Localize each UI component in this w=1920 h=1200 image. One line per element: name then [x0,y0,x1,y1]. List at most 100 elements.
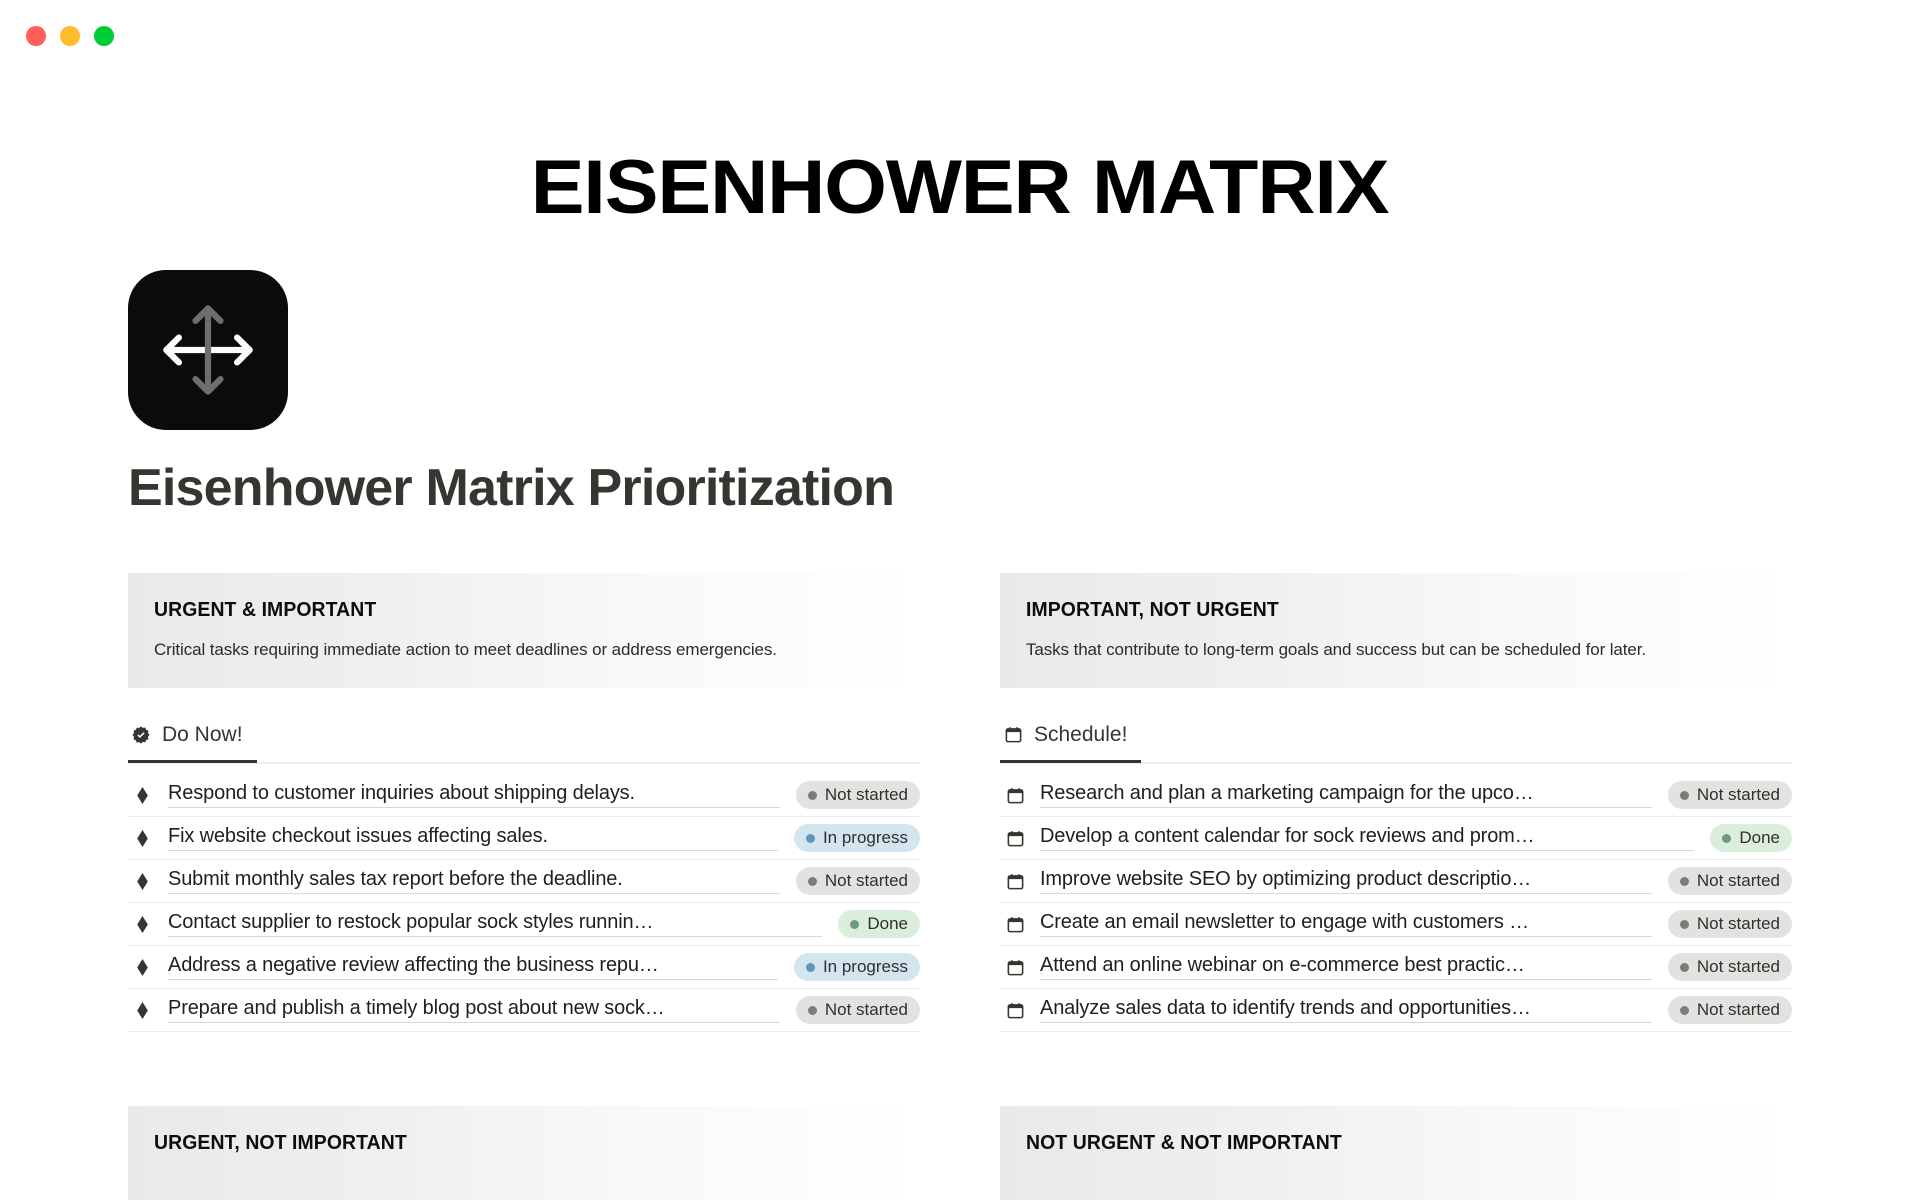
tab-label: Do Now! [162,722,243,746]
table-row[interactable]: Analyze sales data to identify trends an… [1000,989,1792,1033]
status-badge[interactable]: Done [838,910,920,939]
quadrant-header: IMPORTANT, NOT URGENT Tasks that contrib… [1000,573,1792,689]
grid-row-spacer [128,1032,920,1106]
move-arrows-icon [156,298,260,402]
status-badge[interactable]: In progress [793,953,920,982]
status-label: In progress [822,828,908,848]
quadrant-title: URGENT, NOT IMPORTANT [154,1132,407,1155]
eisenhower-matrix-grid: URGENT & IMPORTANT Critical tasks requir… [128,573,1792,1200]
quadrant-not-urgent-not-important: NOT URGENT & NOT IMPORTANT [1000,1106,1792,1200]
diamond-icon [128,1001,168,1019]
status-label: Not started [824,871,908,891]
window-controls [26,26,114,46]
task-list: Research and plan a marketing campaign f… [1000,774,1792,1033]
task-title[interactable]: Create an email newsletter to engage wit… [1040,911,1652,938]
table-row[interactable]: Prepare and publish a timely blog post a… [128,989,920,1033]
task-title[interactable]: Contact supplier to restock popular sock… [168,911,823,938]
task-title[interactable]: Research and plan a marketing campaign f… [1040,782,1652,809]
table-row[interactable]: Develop a content calendar for sock revi… [1000,817,1792,861]
banner-title: EISENHOWER MATRIX [531,145,1390,230]
table-row[interactable]: Address a negative review affecting the … [128,946,920,990]
diamond-icon [128,829,168,847]
table-row[interactable]: Improve website SEO by optimizing produc… [1000,860,1792,904]
window-titlebar [0,0,1920,72]
quadrant-title: URGENT & IMPORTANT [154,599,377,622]
calendar-icon [1000,915,1040,934]
status-badge[interactable]: Not started [1667,953,1792,982]
status-badge[interactable]: In progress [793,824,920,853]
status-label: Not started [1696,1000,1780,1020]
close-window-button[interactable] [26,26,46,46]
quadrant-header: URGENT, NOT IMPORTANT [128,1106,920,1200]
calendar-icon [1000,829,1040,848]
minimize-window-button[interactable] [60,26,80,46]
calendar-icon [1000,786,1040,805]
status-badge[interactable]: Done [1710,824,1792,853]
status-label: Not started [1696,957,1780,977]
quadrant-description: Critical tasks requiring immediate actio… [154,640,777,660]
diamond-icon [128,958,168,976]
task-title[interactable]: Address a negative review affecting the … [168,954,778,981]
quadrant-description: Tasks that contribute to long-term goals… [1026,640,1647,660]
quadrant-title: IMPORTANT, NOT URGENT [1026,599,1279,622]
tab-schedule[interactable]: Schedule! [1000,709,1142,764]
status-badge[interactable]: Not started [1667,910,1792,939]
status-badge[interactable]: Not started [1667,781,1792,810]
task-title[interactable]: Analyze sales data to identify trends an… [1040,997,1652,1024]
table-row[interactable]: Attend an online webinar on e-commerce b… [1000,946,1792,990]
status-label: In progress [822,957,908,977]
table-row[interactable]: Fix website checkout issues affecting sa… [128,817,920,861]
status-dot-icon [805,833,815,843]
page-content: Eisenhower Matrix Prioritization URGENT … [0,270,1920,1200]
status-dot-icon [1679,876,1689,886]
task-title[interactable]: Prepare and publish a timely blog post a… [168,997,780,1024]
status-dot-icon [1722,833,1732,843]
status-label: Not started [824,785,908,805]
quadrant-urgent-not-important: URGENT, NOT IMPORTANT [128,1106,920,1200]
status-badge[interactable]: Not started [1667,867,1792,896]
status-dot-icon [1679,790,1689,800]
banner: EISENHOWER MATRIX [0,150,1920,230]
table-row[interactable]: Contact supplier to restock popular sock… [128,903,920,947]
status-label: Done [1739,828,1780,848]
status-badge[interactable]: Not started [795,996,920,1025]
task-title[interactable]: Attend an online webinar on e-commerce b… [1040,954,1652,981]
status-label: Not started [824,1000,908,1020]
status-dot-icon [1679,1005,1689,1015]
diamond-icon [128,786,168,804]
status-label: Not started [1696,871,1780,891]
task-title[interactable]: Improve website SEO by optimizing produc… [1040,868,1652,895]
status-label: Done [867,914,908,934]
calendar-icon [1000,872,1040,891]
status-dot-icon [805,962,815,972]
status-dot-icon [807,1005,817,1015]
task-title[interactable]: Develop a content calendar for sock revi… [1040,825,1695,852]
tab-do-now[interactable]: Do Now! [128,709,257,764]
status-dot-icon [1679,919,1689,929]
tab-label: Schedule! [1034,722,1128,746]
table-row[interactable]: Respond to customer inquiries about ship… [128,774,920,818]
quadrant-title: NOT URGENT & NOT IMPORTANT [1026,1132,1342,1155]
quadrant-important-not-urgent: IMPORTANT, NOT URGENT Tasks that contrib… [1000,573,1792,1033]
status-badge[interactable]: Not started [795,781,920,810]
task-title[interactable]: Fix website checkout issues affecting sa… [168,825,778,852]
tabstrip: Schedule! [1000,708,1792,765]
table-row[interactable]: Create an email newsletter to engage wit… [1000,903,1792,947]
status-label: Not started [1696,914,1780,934]
status-badge[interactable]: Not started [1667,996,1792,1025]
quadrant-header: URGENT & IMPORTANT Critical tasks requir… [128,573,920,689]
status-dot-icon [850,919,860,929]
task-title[interactable]: Respond to customer inquiries about ship… [168,782,780,809]
table-row[interactable]: Research and plan a marketing campaign f… [1000,774,1792,818]
grid-row-spacer [1000,1032,1792,1106]
verified-badge-icon [130,724,152,746]
table-row[interactable]: Submit monthly sales tax report before t… [128,860,920,904]
status-dot-icon [807,876,817,886]
task-title[interactable]: Submit monthly sales tax report before t… [168,868,780,895]
calendar-icon [1000,958,1040,977]
status-dot-icon [1679,962,1689,972]
status-dot-icon [807,790,817,800]
status-badge[interactable]: Not started [795,867,920,896]
task-list: Respond to customer inquiries about ship… [128,774,920,1033]
maximize-window-button[interactable] [94,26,114,46]
